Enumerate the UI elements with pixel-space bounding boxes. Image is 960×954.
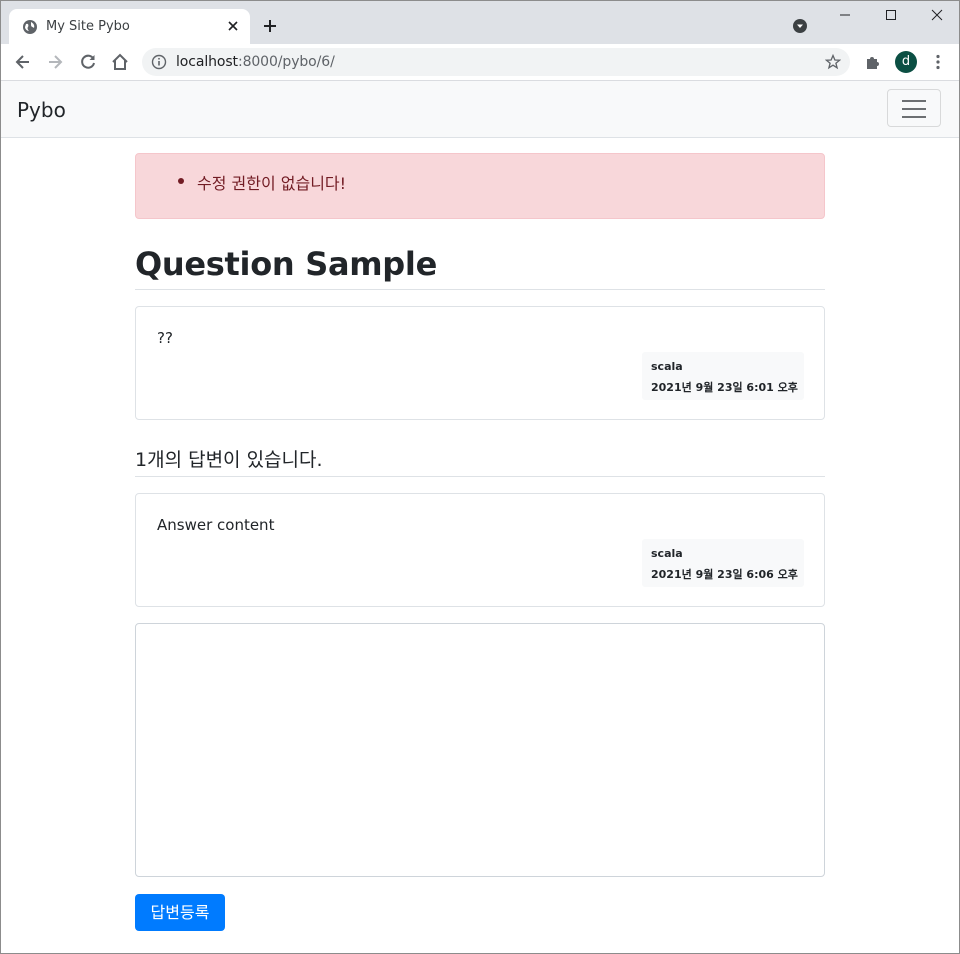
site-navbar: Pybo — [1, 81, 959, 138]
question-content: ?? — [157, 329, 173, 347]
answer-card: Answer content scala 2021년 9월 23일 6:06 오… — [135, 493, 825, 607]
hamburger-icon — [902, 108, 926, 110]
globe-icon — [23, 20, 37, 34]
submit-answer-button[interactable]: 답변등록 — [135, 894, 225, 931]
answer-date: 2021년 9월 23일 6:06 오후 — [651, 568, 798, 581]
url-text[interactable]: localhost:8000/pybo/6/ — [176, 54, 335, 70]
browser-toolbar: localhost:8000/pybo/6/ d — [1, 44, 959, 81]
answer-content: Answer content — [157, 516, 275, 534]
alert-message: 수정 권한이 없습니다! — [197, 174, 347, 193]
error-alert: 수정 권한이 없습니다! — [135, 153, 825, 219]
question-title: Question Sample — [135, 245, 437, 283]
maximize-icon[interactable] — [883, 7, 899, 23]
address-bar[interactable]: localhost:8000/pybo/6/ — [142, 48, 850, 76]
navbar-toggler-button[interactable] — [887, 89, 941, 127]
answer-meta: scala 2021년 9월 23일 6:06 오후 — [642, 539, 804, 587]
reload-icon[interactable] — [78, 52, 98, 72]
back-icon[interactable] — [13, 52, 33, 72]
url-path: :8000/pybo/6/ — [237, 54, 335, 70]
url-host: localhost — [176, 54, 238, 70]
question-card: ?? scala 2021년 9월 23일 6:01 오후 — [135, 306, 825, 420]
close-window-icon[interactable] — [929, 7, 945, 23]
answer-content-textarea[interactable] — [135, 623, 825, 877]
minimize-icon[interactable] — [837, 7, 853, 23]
divider — [135, 476, 825, 477]
tab-strip: My Site Pybo — [1, 1, 959, 44]
more-menu-icon[interactable] — [929, 53, 947, 71]
browser-window: My Site Pybo localhost:8000/pybo/6/ d Py… — [0, 0, 960, 954]
home-icon[interactable] — [110, 52, 130, 72]
question-meta: scala 2021년 9월 23일 6:01 오후 — [642, 352, 804, 400]
divider — [135, 289, 825, 290]
profile-avatar[interactable]: d — [895, 51, 917, 73]
bookmark-star-icon[interactable] — [825, 54, 841, 70]
bullet-icon — [178, 178, 184, 184]
forward-icon[interactable] — [45, 52, 65, 72]
navbar-brand[interactable]: Pybo — [17, 98, 66, 122]
info-icon[interactable] — [151, 54, 167, 70]
question-author: scala — [651, 360, 683, 373]
answer-count-heading: 1개의 답변이 있습니다. — [135, 449, 323, 471]
hamburger-icon — [902, 100, 926, 102]
browser-tab[interactable]: My Site Pybo — [9, 9, 250, 44]
tab-search-icon[interactable] — [792, 18, 808, 34]
extensions-icon[interactable] — [864, 53, 882, 71]
question-date: 2021년 9월 23일 6:01 오후 — [651, 381, 798, 394]
new-tab-icon[interactable] — [260, 16, 280, 36]
hamburger-icon — [902, 116, 926, 118]
tab-title: My Site Pybo — [46, 19, 130, 34]
close-tab-icon[interactable] — [225, 18, 241, 34]
answer-author: scala — [651, 547, 683, 560]
